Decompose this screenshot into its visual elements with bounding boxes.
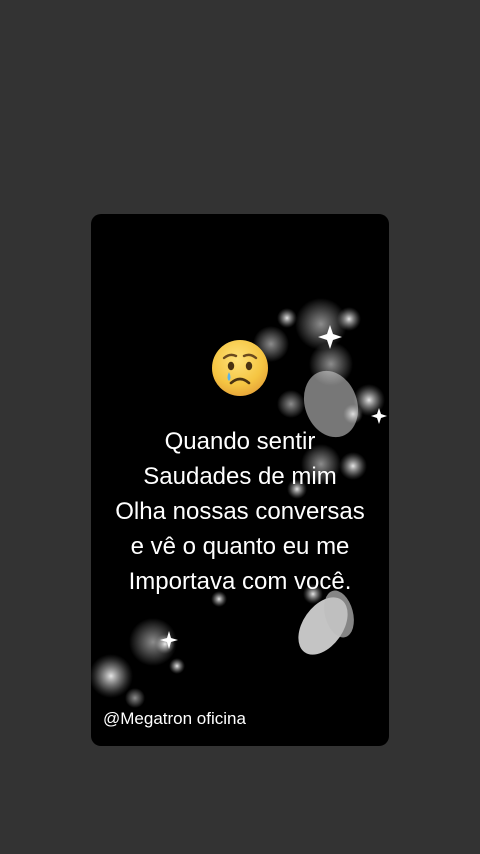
quote-line: Olha nossas conversas — [115, 498, 365, 525]
quote-line: Saudades de mim — [143, 463, 337, 490]
crying-face-icon — [210, 338, 270, 398]
story-viewer: Quando sentir Saudades de mim Olha nossa… — [0, 0, 480, 854]
author-watermark: @Megatron oficina — [103, 709, 246, 728]
story-card[interactable]: Quando sentir Saudades de mim Olha nossa… — [91, 214, 389, 746]
quote-text: Quando sentir Saudades de mim Olha nossa… — [91, 424, 389, 599]
quote-line: e vê o quanto eu me — [130, 533, 350, 560]
quote-line: Importava com você. — [128, 568, 352, 595]
quote-line: Quando sentir — [164, 428, 316, 455]
